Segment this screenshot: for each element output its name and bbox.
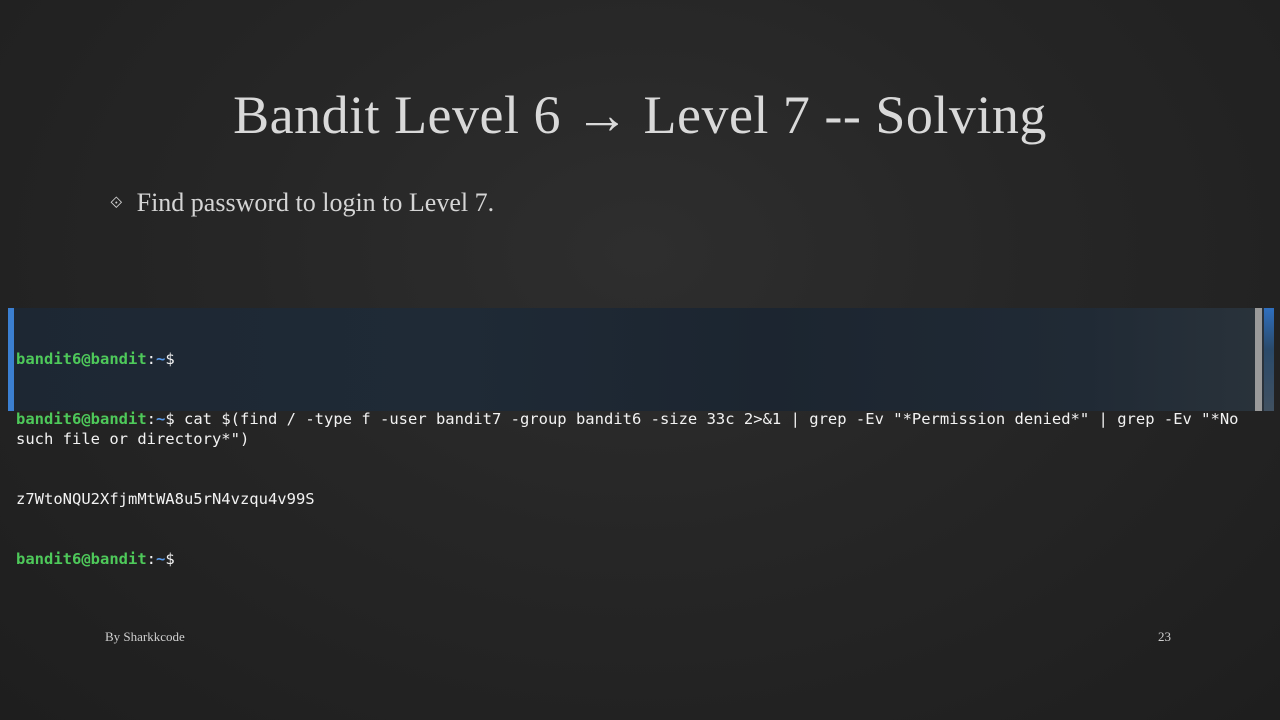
prompt-symbol: $ (165, 350, 175, 368)
terminal-line: bandit6@bandit:~$ cat $(find / -type f -… (16, 409, 1248, 449)
page-number: 23 (1158, 629, 1171, 644)
prompt-user: bandit6@bandit (16, 350, 147, 368)
footer-author: By Sharkkcode (105, 629, 185, 644)
password-output: z7WtoNQU2XfjmMtWA8u5rN4vzqu4v99S (16, 490, 315, 508)
terminal-line: bandit6@bandit:~$ (16, 349, 1248, 369)
prompt-separator: : (146, 550, 156, 568)
bullet-text: Find password to login to Level 7. (136, 188, 495, 217)
prompt-symbol: $ (165, 410, 175, 428)
terminal-left-border (8, 308, 14, 411)
prompt-user: bandit6@bandit (16, 410, 147, 428)
prompt-user: bandit6@bandit (16, 550, 147, 568)
terminal-right-edge (1264, 308, 1274, 411)
prompt-path: ~ (156, 550, 166, 568)
diamond-bullet-icon: ⟐ (110, 193, 123, 212)
terminal-window: bandit6@bandit:~$ bandit6@bandit:~$ cat … (8, 308, 1274, 568)
terminal-output[interactable]: bandit6@bandit:~$ bandit6@bandit:~$ cat … (16, 309, 1248, 609)
terminal-scrollbar[interactable] (1255, 308, 1262, 411)
bullet-item: ⟐ Find password to login to Level 7. (110, 188, 494, 218)
prompt-symbol: $ (165, 550, 175, 568)
prompt-path: ~ (156, 410, 166, 428)
command-text: cat $(find / -type f -user bandit7 -grou… (16, 410, 1248, 448)
terminal-line: bandit6@bandit:~$ (16, 549, 1248, 569)
terminal-line: z7WtoNQU2XfjmMtWA8u5rN4vzqu4v99S (16, 489, 1248, 509)
prompt-separator: : (146, 410, 156, 428)
prompt-path: ~ (156, 350, 166, 368)
slide-title: Bandit Level 6 → Level 7 -- Solving (233, 85, 1047, 145)
prompt-separator: : (146, 350, 156, 368)
